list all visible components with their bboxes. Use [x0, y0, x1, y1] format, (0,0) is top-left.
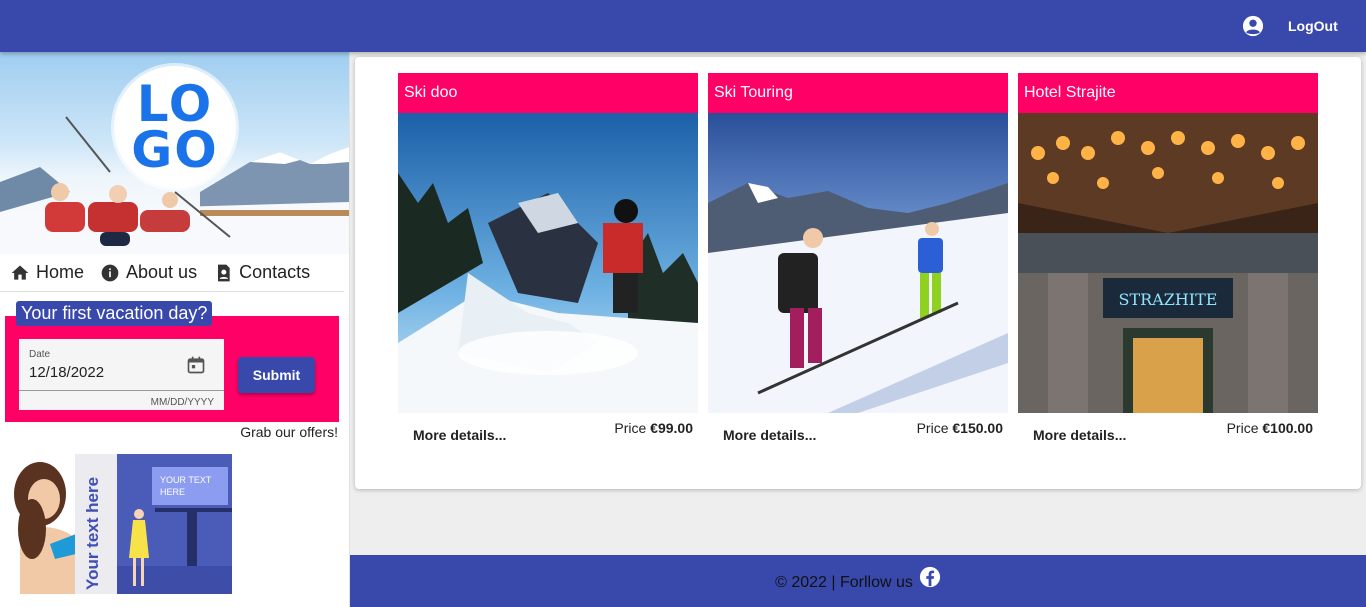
- sidebar: LO GO Home About us Contacts Your first …: [0, 52, 350, 607]
- product-price: Price €99.00: [614, 420, 693, 436]
- top-toolbar: LogOut: [0, 0, 1366, 52]
- billboard-text-line2: HERE: [160, 487, 186, 497]
- ski-touring-photo: [708, 113, 1008, 413]
- product-footer: More details... Price €100.00: [1018, 413, 1318, 449]
- product-title: Ski Touring: [708, 73, 1008, 113]
- date-field[interactable]: Date 12/18/2022 MM/DD/YYYY: [19, 339, 224, 410]
- home-icon: [11, 265, 29, 280]
- account-circle-icon: [1242, 15, 1264, 37]
- price-value: €150.00: [952, 420, 1003, 436]
- nav-item-home[interactable]: Home: [10, 262, 84, 283]
- product-image[interactable]: [708, 113, 1008, 413]
- hotel-photo: STRAZHITE: [1018, 113, 1318, 413]
- product-title: Ski doo: [398, 73, 698, 113]
- nav-item-contacts[interactable]: Contacts: [213, 262, 310, 283]
- product-price: Price €100.00: [1227, 420, 1313, 436]
- more-details-button[interactable]: More details...: [413, 427, 506, 443]
- billboard-text: YOUR TEXT HERE: [160, 474, 211, 498]
- submit-button[interactable]: Submit: [238, 357, 315, 393]
- price-value: €100.00: [1262, 420, 1313, 436]
- more-details-button[interactable]: More details...: [723, 427, 816, 443]
- logo: LO GO: [114, 66, 236, 188]
- svg-text:STRAZHITE: STRAZHITE: [1119, 290, 1218, 309]
- products-card: Ski doo More details... Price €99.00 Ski…: [355, 57, 1361, 489]
- offers-text: Grab our offers!: [240, 424, 338, 440]
- info-icon: [101, 264, 119, 281]
- vacation-form-title: Your first vacation day?: [16, 301, 213, 326]
- logo-text-line2: GO: [131, 121, 219, 179]
- logout-button[interactable]: LogOut: [1276, 12, 1350, 40]
- product-card-hotel-strajite: Hotel Strajite STRAZHITE More details...…: [1018, 73, 1318, 449]
- product-footer: More details... Price €99.00: [398, 413, 698, 449]
- snowmobile-photo: [398, 113, 698, 413]
- date-field-hint: MM/DD/YYYY: [150, 397, 214, 408]
- product-card-ski-doo: Ski doo More details... Price €99.00: [398, 73, 698, 449]
- footer-text: © 2022 | Forllow us: [775, 574, 913, 591]
- nav-label-about: About us: [126, 262, 198, 282]
- more-details-button[interactable]: More details...: [1033, 427, 1126, 443]
- nav-item-about[interactable]: About us: [100, 262, 197, 283]
- date-field-label: Date: [29, 349, 51, 360]
- price-label: Price: [916, 420, 953, 436]
- hero-banner-image: LO GO: [0, 52, 349, 254]
- ad-vertical-text: Your text here: [83, 476, 102, 590]
- calendar-icon[interactable]: [186, 355, 206, 375]
- advertisement-banner[interactable]: Your text here YOUR TEXT HERE: [10, 454, 232, 594]
- product-title: Hotel Strajite: [1018, 73, 1318, 113]
- woman-photo: [10, 454, 76, 594]
- footer: © 2022 | Forllow us: [350, 555, 1366, 607]
- product-price: Price €150.00: [917, 420, 1003, 436]
- sidebar-nav: Home About us Contacts: [0, 254, 344, 292]
- product-footer: More details... Price €150.00: [708, 413, 1008, 449]
- product-card-ski-touring: Ski Touring More details... Price €150.0…: [708, 73, 1008, 449]
- account-button[interactable]: [1240, 13, 1266, 39]
- date-field-underline: [19, 390, 224, 391]
- nav-label-contacts: Contacts: [239, 262, 311, 282]
- billboard-text-line1: YOUR TEXT: [160, 475, 212, 485]
- date-field-value[interactable]: 12/18/2022: [29, 364, 104, 381]
- price-value: €99.00: [650, 420, 693, 436]
- price-label: Price: [614, 420, 651, 436]
- facebook-icon[interactable]: [919, 566, 941, 588]
- contact-icon: [218, 264, 230, 281]
- product-image[interactable]: STRAZHITE: [1018, 113, 1318, 413]
- product-image[interactable]: [398, 113, 698, 413]
- price-label: Price: [1226, 420, 1263, 436]
- nav-label-home: Home: [36, 262, 85, 282]
